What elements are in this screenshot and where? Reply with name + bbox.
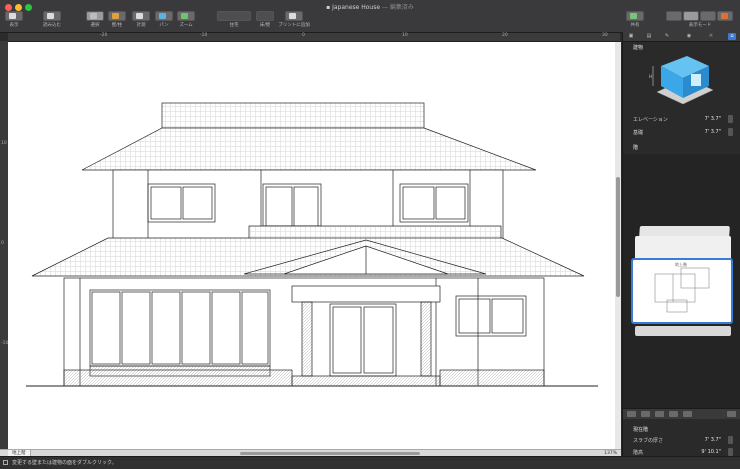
print-button[interactable] xyxy=(285,11,303,21)
foundation-stepper[interactable] xyxy=(728,128,733,136)
tab-building-icon[interactable]: ⌂ xyxy=(728,33,736,40)
tab-light-icon[interactable]: ☼ xyxy=(707,33,715,40)
zoom-label: ズーム xyxy=(179,23,193,28)
ruler-tick: 0 xyxy=(1,241,4,246)
elevation-field[interactable]: 7' 3.7" xyxy=(705,116,721,122)
horizontal-scroll-thumb[interactable] xyxy=(240,452,420,455)
floor-button[interactable] xyxy=(256,11,274,21)
tab-camera-icon[interactable]: ◉ xyxy=(685,33,693,40)
pan-label: パン xyxy=(159,23,169,28)
slab-thickness-stepper[interactable] xyxy=(728,436,733,444)
zoom-icon xyxy=(181,13,188,19)
floor-height-field[interactable]: 9' 10.1" xyxy=(701,449,721,455)
home-icon[interactable] xyxy=(669,411,678,417)
view-mode-icon xyxy=(721,13,728,19)
ruler-tick: 30 xyxy=(602,33,608,38)
select-icon xyxy=(90,13,97,19)
display-mode-label: 表示モード xyxy=(688,23,712,28)
ruler-tick: 20 xyxy=(502,33,508,38)
house-elevation-drawing xyxy=(26,102,598,387)
floor-stack: 地上階 xyxy=(623,154,740,412)
slab-thickness-label: スラブの厚さ xyxy=(633,438,664,444)
floor-heading: 階 xyxy=(633,145,639,151)
tab-edit-icon[interactable]: ✎ xyxy=(663,33,671,40)
building-3d-icon: H xyxy=(649,56,714,105)
document-icon: ▪ xyxy=(326,4,331,11)
zoom-button[interactable] xyxy=(177,11,195,21)
home-button[interactable] xyxy=(217,11,251,21)
vertical-scrollbar[interactable] xyxy=(615,42,621,449)
view-mode-segment-2[interactable] xyxy=(683,11,699,21)
add-floor-below-button[interactable] xyxy=(641,411,650,417)
floor-label: 床/壁 xyxy=(259,23,271,28)
chart-icon[interactable] xyxy=(683,411,692,417)
building-heading: 建物 xyxy=(633,45,644,51)
elevation-label: エレベーション xyxy=(633,117,668,123)
tab-object-icon[interactable]: ▣ xyxy=(627,33,635,40)
import-icon xyxy=(47,13,54,19)
current-floor-heading: 現在階 xyxy=(633,427,649,433)
selected-floor-card[interactable]: 地上階 xyxy=(631,258,733,324)
select-button[interactable] xyxy=(86,11,104,21)
ruler-tick: -20 xyxy=(100,33,108,38)
view-mode-segment-1[interactable] xyxy=(666,11,682,21)
pan-icon xyxy=(159,13,166,19)
lower-floor-card[interactable] xyxy=(635,326,731,336)
pan-button[interactable] xyxy=(155,11,173,21)
view-mode-segment-4[interactable] xyxy=(717,11,733,21)
upper-roof xyxy=(81,127,537,171)
window-title: ▪ Japanese House — 編集済み xyxy=(0,2,740,11)
status-message: 変更する壁または建物の面をダブルクリック。 xyxy=(12,460,117,466)
info-icon xyxy=(3,460,8,465)
slab-thickness-field[interactable]: 7' 3.7" xyxy=(705,437,721,443)
measure-button[interactable] xyxy=(132,11,150,21)
measure-label: 計測 xyxy=(136,23,146,28)
inspector-panel: ▣ ▤ ✎ ◉ ☼ ⌂ 建物 H エレベーション 7' 3.7" 基礎 7' 3… xyxy=(622,32,740,456)
wall-label: 壁/柱 xyxy=(111,23,123,28)
view-mode-segment-3[interactable] xyxy=(700,11,716,21)
entry-lintel xyxy=(291,285,441,303)
print-icon xyxy=(289,13,296,19)
status-bar: 変更する壁または建物の面をダブルクリック。 xyxy=(0,456,740,469)
view-label: 表示 xyxy=(9,23,19,28)
select-label: 選択 xyxy=(90,23,100,28)
sidebar-toggle-icon xyxy=(9,13,16,19)
floor-actions-bar xyxy=(623,408,740,419)
elevation-canvas[interactable] xyxy=(8,42,615,449)
title-toolbar: ▪ Japanese House — 編集済み 表示 読み込む 選択 壁/柱 計… xyxy=(0,0,740,33)
floor-height-stepper[interactable] xyxy=(728,448,733,456)
floor-height-label: 階高 xyxy=(633,450,644,456)
edited-indicator: — 編集済み xyxy=(381,4,414,11)
trash-icon[interactable] xyxy=(727,411,736,417)
top-ruler: -20 -10 0 10 20 30 xyxy=(8,33,620,42)
ruler-tick: 0 xyxy=(302,33,305,38)
ruler-tick: -10 xyxy=(200,33,208,38)
ruler-tick: 10 xyxy=(402,33,408,38)
inspector-tabs: ▣ ▤ ✎ ◉ ☼ ⌂ xyxy=(623,32,740,42)
view-button[interactable] xyxy=(5,11,23,21)
wall-icon xyxy=(112,13,119,19)
floor-plan-thumbnail xyxy=(654,267,710,313)
vertical-scroll-thumb[interactable] xyxy=(616,177,620,297)
svg-text:H: H xyxy=(649,74,652,79)
ridge-block xyxy=(161,102,425,129)
measure-icon xyxy=(136,13,143,19)
foundation-label: 基礎 xyxy=(633,130,644,136)
tab-materials-icon[interactable]: ▤ xyxy=(645,33,653,40)
share-button[interactable] xyxy=(626,11,644,21)
ruler-tick: 10 xyxy=(1,141,7,146)
print-label: プリントに追加 xyxy=(278,23,310,28)
import-label: 読み込む xyxy=(43,23,61,28)
share-icon xyxy=(630,13,637,19)
share-label: 共有 xyxy=(630,23,640,28)
wall-button[interactable] xyxy=(108,11,126,21)
elevation-stepper[interactable] xyxy=(728,115,733,123)
list-icon[interactable] xyxy=(655,411,664,417)
import-button[interactable] xyxy=(43,11,61,21)
home-label: 住宅 xyxy=(229,23,239,28)
foundation-field[interactable]: 7' 3.7" xyxy=(705,129,721,135)
add-floor-above-button[interactable] xyxy=(627,411,636,417)
document-name: Japanese House xyxy=(332,4,381,11)
